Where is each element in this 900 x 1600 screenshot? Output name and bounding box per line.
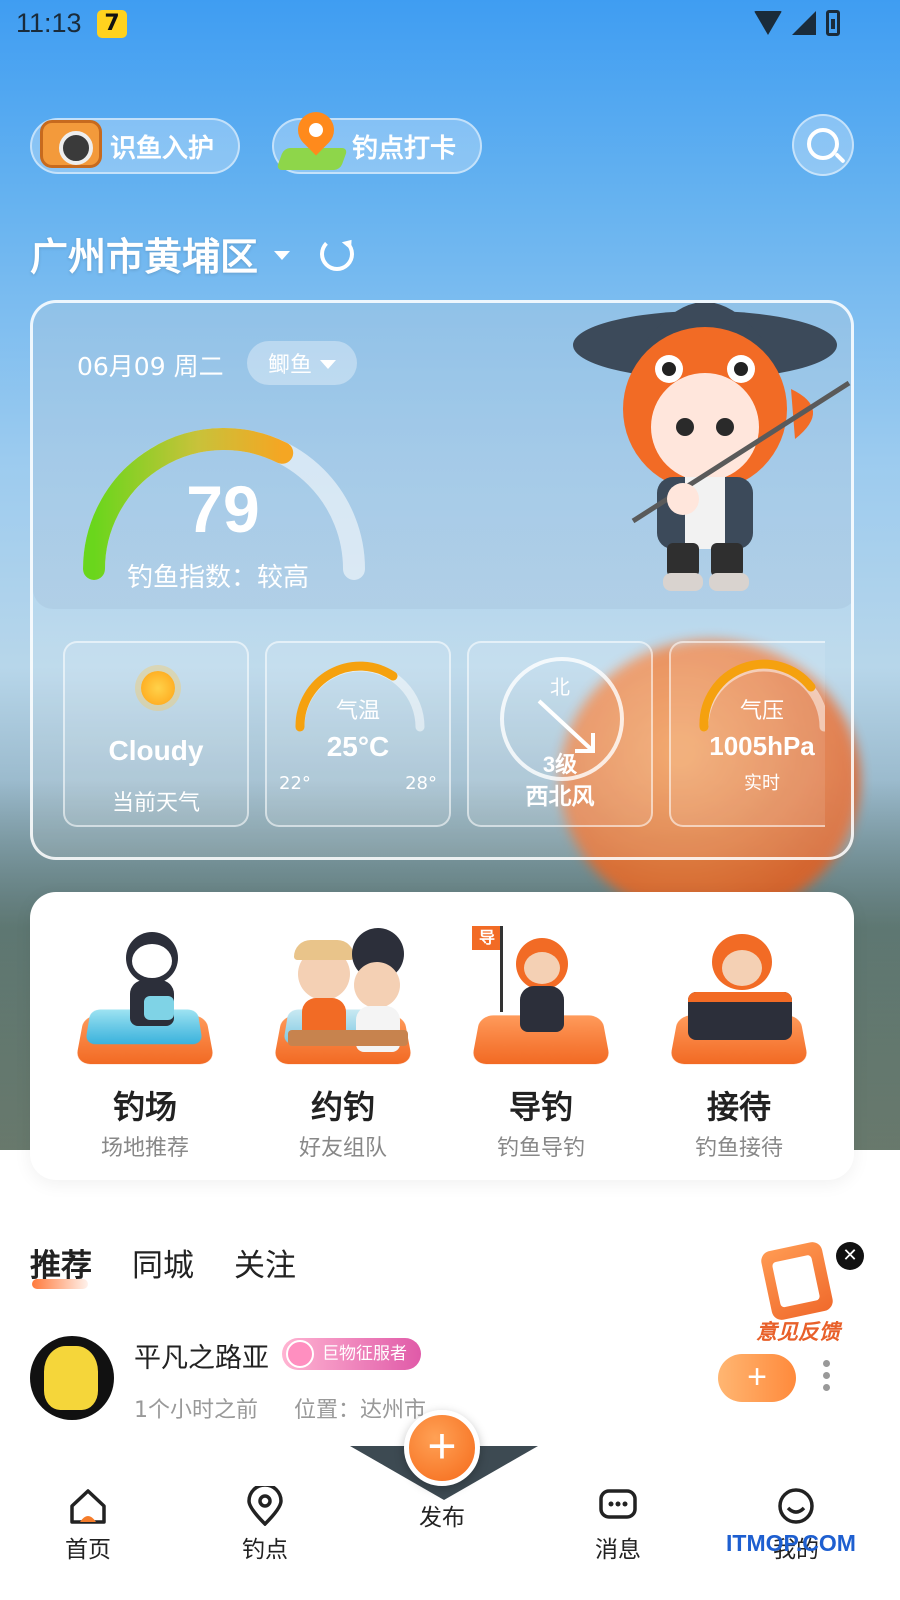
weather-tile-current[interactable]: Cloudy 当前天气 <box>63 641 249 827</box>
feature-fishing-ground[interactable]: 钓场 场地推荐 <box>46 892 244 1180</box>
feed-tabs: 推荐 同城 关注 <box>30 1240 296 1289</box>
profile-icon <box>778 1488 814 1524</box>
app-notification-icon: 7 <box>97 10 127 38</box>
wind-direction-arrow <box>537 699 595 753</box>
compass-north: 北 <box>550 675 570 699</box>
nav-messages-label: 消息 <box>595 1537 641 1563</box>
duck-avatar-image <box>44 1346 98 1410</box>
weather-tile-wind[interactable]: 北 3级 西北风 <box>467 641 653 827</box>
sun-icon <box>141 671 175 705</box>
wind-direction: 西北风 <box>525 783 595 809</box>
weather-tile-pressure[interactable]: 气压 1005hPa 实时 <box>669 641 825 827</box>
fish-type-dropdown[interactable]: 鲫鱼 <box>247 341 357 385</box>
weather-tiles: Cloudy 当前天气 气温 25°C 22° 28° 北 3级 西北风 气压 … <box>63 641 825 829</box>
pressure-title: 气压 <box>739 699 784 724</box>
post-username[interactable]: 平凡之路亚 <box>134 1336 269 1375</box>
feedback-note-icon <box>759 1240 835 1322</box>
fishing-ground-illustration <box>70 922 220 1072</box>
search-button[interactable] <box>792 114 854 176</box>
system-icons <box>754 10 840 36</box>
tab-local[interactable]: 同城 <box>132 1240 194 1285</box>
watermark: ITMOP.COM <box>726 1530 856 1556</box>
map-pin-icon <box>274 104 349 174</box>
feature-title: 钓场 <box>112 1088 177 1126</box>
follow-button[interactable]: + <box>718 1354 796 1402</box>
pressure-value: 1005hPa <box>709 731 815 761</box>
post-meta: 1个小时之前 位置：达州市 <box>134 1392 426 1424</box>
fishing-index-value: 79 <box>186 472 260 546</box>
fishing-meetup-illustration <box>268 922 418 1072</box>
temperature-value: 25°C <box>326 731 390 762</box>
nav-publish-label: 发布 <box>419 1505 465 1531</box>
camera-icon <box>32 118 102 174</box>
chat-icon <box>599 1489 637 1519</box>
feature-subtitle: 场地推荐 <box>100 1136 189 1161</box>
feature-subtitle: 钓鱼导钓 <box>496 1136 585 1161</box>
feedback-label: 意见反馈 <box>756 1320 840 1344</box>
feature-fishing-meetup[interactable]: 约钓 好友组队 <box>244 892 442 1180</box>
pressure-label: 实时 <box>744 773 780 794</box>
weather-card: 06月09 周二 鲫鱼 79 钓鱼指数：较高 Cloudy 当前天气 气温 25… <box>30 300 854 860</box>
wind-level: 3级 <box>542 752 578 777</box>
weather-condition-label: 当前天气 <box>111 791 200 816</box>
temperature-min: 22° <box>279 773 311 794</box>
spot-checkin-button[interactable]: 钓点打卡 <box>272 104 482 174</box>
fishing-index-label: 钓鱼指数：较高 <box>127 563 310 593</box>
feature-card: 钓场 场地推荐 约钓 好友组队 导 导钓 钓鱼导钓 接待 钓鱼接待 <box>30 892 854 1180</box>
feature-subtitle: 好友组队 <box>298 1136 387 1161</box>
publish-button[interactable]: + <box>404 1410 480 1486</box>
feature-title: 接待 <box>706 1088 771 1126</box>
avatar[interactable] <box>30 1336 114 1420</box>
guide-flag-icon: 导 <box>472 926 502 950</box>
fishing-reception-illustration <box>664 922 814 1072</box>
badge-label: 巨物征服者 <box>322 1344 407 1364</box>
status-bar: 11:13 7 <box>0 0 900 48</box>
chevron-down-icon <box>320 359 336 369</box>
fish-type-value: 鲫鱼 <box>267 353 312 378</box>
fishing-guide-illustration: 导 <box>466 922 616 1072</box>
more-options-icon[interactable] <box>818 1360 834 1396</box>
post-location: 位置：达州市 <box>294 1398 427 1423</box>
user-badge: 巨物征服者 <box>282 1338 421 1370</box>
nav-spots-label: 钓点 <box>242 1537 288 1563</box>
date-label: 06月09 周二 <box>77 352 224 381</box>
weather-condition: Cloudy <box>108 735 204 766</box>
identify-fish-button[interactable]: 识鱼入护 <box>30 118 240 174</box>
feature-fishing-reception[interactable]: 接待 钓鱼接待 <box>640 892 838 1180</box>
fish-mascot-illustration <box>573 303 851 591</box>
location-pin-icon <box>247 1486 283 1526</box>
wifi-icon <box>754 11 782 35</box>
chevron-down-icon <box>274 251 291 260</box>
spot-checkin-label: 钓点打卡 <box>352 133 457 164</box>
home-icon <box>70 1489 106 1524</box>
close-icon[interactable]: ✕ <box>836 1242 864 1270</box>
weather-tile-temperature[interactable]: 气温 25°C 22° 28° <box>265 641 451 827</box>
badge-icon <box>286 1340 314 1368</box>
feature-subtitle: 钓鱼接待 <box>694 1136 783 1161</box>
post-time: 1个小时之前 <box>134 1398 258 1423</box>
location-city: 广州市黄埔区 <box>30 235 259 279</box>
battery-icon <box>826 10 840 36</box>
location-selector[interactable]: 广州市黄埔区 <box>30 226 355 281</box>
temperature-title: 气温 <box>335 699 380 724</box>
status-time: 11:13 <box>16 8 82 38</box>
tab-following[interactable]: 关注 <box>234 1240 296 1285</box>
cellular-signal-icon <box>792 11 816 35</box>
feature-fishing-guide[interactable]: 导 导钓 钓鱼导钓 <box>442 892 640 1180</box>
refresh-icon[interactable] <box>320 236 355 271</box>
feature-title: 导钓 <box>508 1088 573 1126</box>
nav-home-label: 首页 <box>65 1537 111 1563</box>
feedback-button[interactable]: 意见反馈 ✕ <box>740 1240 864 1350</box>
tab-recommend[interactable]: 推荐 <box>30 1240 92 1289</box>
identify-fish-label: 识鱼入护 <box>110 133 215 164</box>
feature-title: 约钓 <box>310 1088 375 1126</box>
temperature-max: 28° <box>405 773 437 794</box>
